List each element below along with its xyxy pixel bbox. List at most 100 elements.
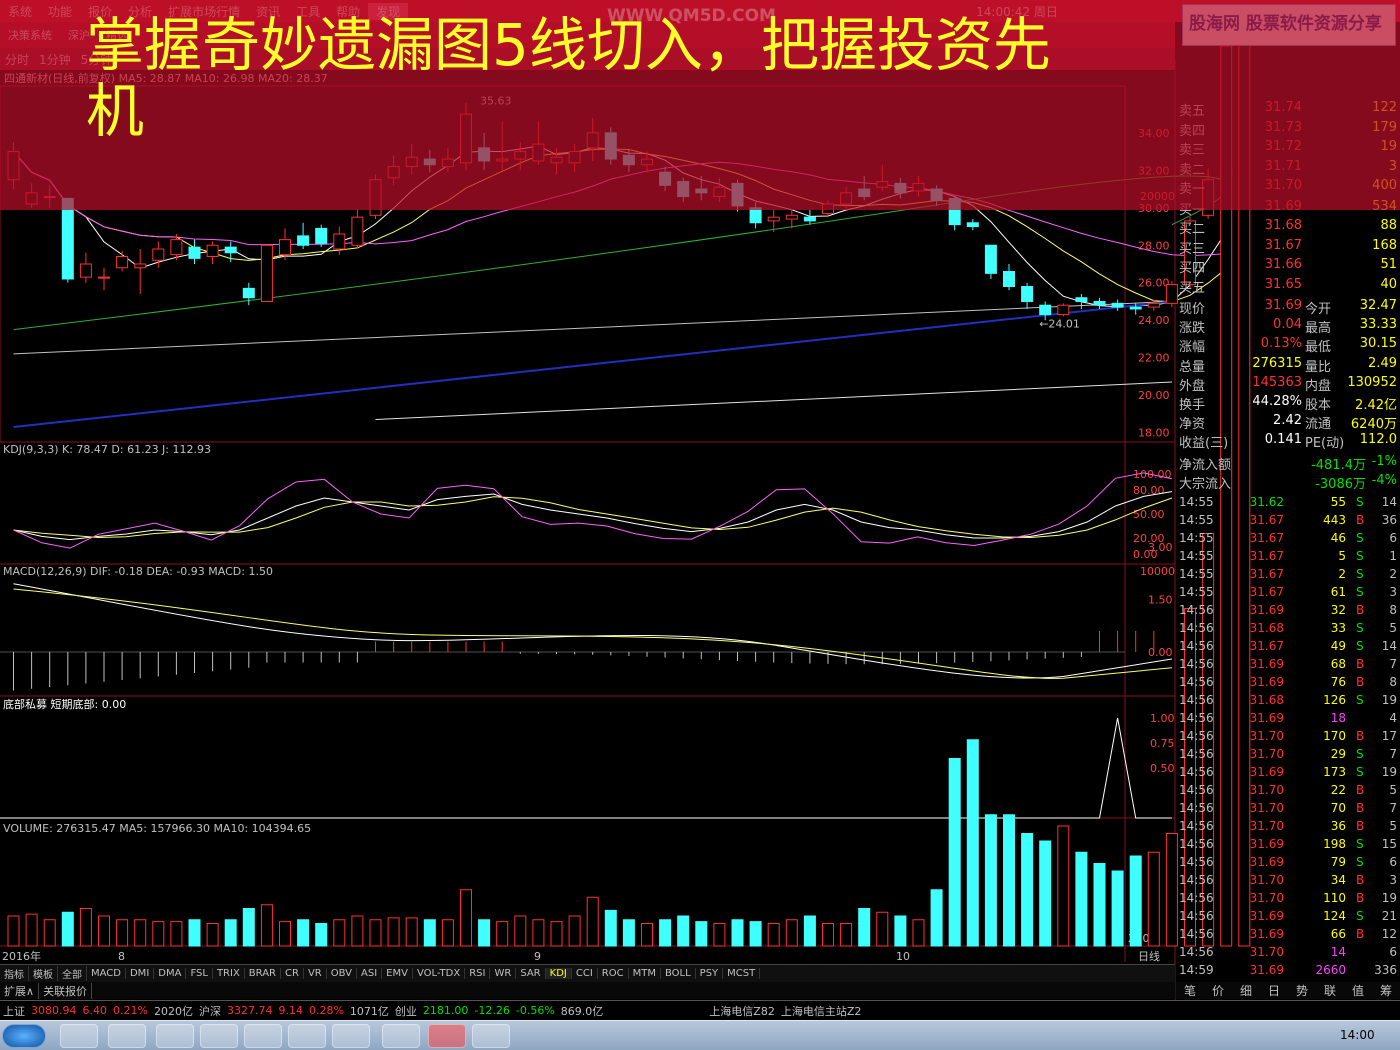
indicator-tab-dmi[interactable]: DMI bbox=[126, 968, 155, 979]
volume-bar[interactable] bbox=[25, 913, 38, 947]
volume-bar[interactable] bbox=[785, 919, 798, 947]
volume-bar[interactable] bbox=[496, 921, 509, 947]
candle[interactable] bbox=[61, 197, 74, 283]
volume-bar[interactable] bbox=[966, 739, 979, 947]
volume-bar[interactable] bbox=[242, 908, 255, 947]
volume-bar[interactable] bbox=[43, 919, 56, 947]
volume-bar[interactable] bbox=[749, 921, 762, 947]
server-2[interactable]: 上海电信主站Z2 bbox=[778, 1003, 865, 1019]
candle[interactable] bbox=[1003, 264, 1015, 291]
period-tab-2[interactable]: 5分钟 bbox=[76, 51, 118, 68]
candle[interactable] bbox=[188, 239, 201, 264]
right-tab-4[interactable]: 势 bbox=[1296, 982, 1308, 999]
volume-bar[interactable] bbox=[315, 923, 328, 947]
candle[interactable] bbox=[840, 187, 853, 208]
volume-bar[interactable] bbox=[803, 915, 816, 947]
candle[interactable] bbox=[405, 144, 418, 175]
ext-tab-1[interactable]: 关联报价 bbox=[39, 982, 93, 999]
volume-bar[interactable] bbox=[659, 919, 672, 947]
volume-bar[interactable] bbox=[641, 923, 653, 947]
volume-bar[interactable] bbox=[188, 919, 201, 947]
buy-level-3[interactable]: 买三 31.67 168 bbox=[1176, 238, 1400, 257]
volume-bar[interactable] bbox=[61, 911, 74, 947]
volume-bar[interactable] bbox=[1129, 855, 1142, 947]
volume-bar[interactable] bbox=[351, 915, 364, 947]
volume-bar[interactable] bbox=[297, 919, 310, 947]
candle[interactable] bbox=[206, 241, 219, 264]
candle[interactable] bbox=[532, 121, 545, 165]
volume-bar[interactable] bbox=[116, 919, 129, 947]
candle[interactable] bbox=[315, 224, 328, 248]
indicator-tab-boll[interactable]: BOLL bbox=[661, 968, 696, 979]
right-tab-1[interactable]: 价 bbox=[1212, 982, 1224, 999]
candle[interactable] bbox=[79, 252, 92, 283]
indicator-tab-emv[interactable]: EMV bbox=[382, 968, 413, 979]
volume-bar[interactable] bbox=[514, 915, 527, 947]
right-tab-3[interactable]: 日 bbox=[1268, 982, 1280, 999]
indicator-tab-模板[interactable]: 模板 bbox=[29, 966, 58, 981]
indicator-tab-vol-tdx[interactable]: VOL-TDX bbox=[413, 968, 466, 979]
candle[interactable] bbox=[260, 244, 273, 302]
volume-bar[interactable] bbox=[767, 923, 780, 947]
candle[interactable] bbox=[297, 222, 310, 250]
indicator-tab-mtm[interactable]: MTM bbox=[629, 968, 661, 979]
menu-item-0[interactable]: 系统 bbox=[0, 3, 40, 20]
right-tab-7[interactable]: 筹 bbox=[1380, 982, 1392, 999]
taskbar-app-6[interactable] bbox=[288, 1024, 326, 1048]
candle[interactable] bbox=[478, 132, 491, 171]
volume-bar[interactable] bbox=[568, 915, 581, 947]
candle[interactable] bbox=[369, 174, 382, 220]
candle[interactable] bbox=[1075, 293, 1088, 309]
cy-index-label[interactable]: 创业 bbox=[392, 1003, 420, 1019]
candle[interactable] bbox=[1021, 282, 1034, 309]
candle[interactable] bbox=[948, 196, 961, 231]
indicator-tab-wr[interactable]: WR bbox=[490, 968, 517, 979]
candle[interactable] bbox=[387, 155, 400, 186]
volume-bar[interactable] bbox=[152, 921, 165, 947]
volume-bar[interactable] bbox=[279, 921, 291, 947]
menu-item-5[interactable]: 资讯 bbox=[248, 3, 288, 20]
volume-bar[interactable] bbox=[134, 919, 147, 947]
volume-bar[interactable] bbox=[1093, 863, 1106, 947]
volume-bar[interactable] bbox=[98, 915, 110, 947]
candle[interactable] bbox=[659, 166, 672, 191]
taskbar-app-10[interactable] bbox=[472, 1024, 510, 1048]
candle[interactable] bbox=[134, 249, 147, 294]
taskbar-app-9[interactable] bbox=[428, 1024, 466, 1048]
volume-bar[interactable] bbox=[731, 919, 744, 947]
sell-level-1[interactable]: 卖一 31.70 400 bbox=[1176, 178, 1400, 197]
indicator-tab-trix[interactable]: TRIX bbox=[213, 968, 245, 979]
candle[interactable] bbox=[695, 175, 708, 201]
sell-level-5[interactable]: 卖五 31.74 122 bbox=[1176, 100, 1400, 119]
right-tab-5[interactable]: 联 bbox=[1324, 982, 1336, 999]
volume-bar[interactable] bbox=[206, 923, 219, 947]
start-button[interactable] bbox=[2, 1024, 46, 1048]
buy-level-1[interactable]: 买一 31.69 534 bbox=[1176, 199, 1400, 218]
volume-bar[interactable] bbox=[912, 919, 925, 947]
indicator-tab-roc[interactable]: ROC bbox=[598, 968, 629, 979]
volume-bar[interactable] bbox=[930, 889, 943, 947]
candle[interactable] bbox=[677, 177, 690, 203]
candle[interactable] bbox=[930, 185, 943, 206]
indicator-tab-obv[interactable]: OBV bbox=[327, 968, 357, 979]
indicator-tab-psy[interactable]: PSY bbox=[696, 968, 724, 979]
candle[interactable] bbox=[116, 250, 129, 272]
volume-bar[interactable] bbox=[1039, 840, 1052, 947]
indicator-tab-vr[interactable]: VR bbox=[304, 968, 327, 979]
candle[interactable] bbox=[351, 209, 364, 250]
indicator-tab-kdj[interactable]: KDJ bbox=[545, 968, 572, 979]
candle[interactable] bbox=[731, 179, 744, 212]
sell-level-3[interactable]: 卖三 31.72 19 bbox=[1176, 139, 1400, 158]
candle[interactable] bbox=[749, 202, 762, 229]
buy-level-4[interactable]: 买四 31.66 51 bbox=[1176, 257, 1400, 276]
volume-bar[interactable] bbox=[822, 923, 834, 947]
ext-tab-0[interactable]: 扩展∧ bbox=[0, 982, 40, 999]
volume-bar[interactable] bbox=[478, 919, 491, 947]
menu-item-7[interactable]: 帮助 bbox=[328, 3, 368, 20]
indicator-tab-brar[interactable]: BRAR bbox=[245, 968, 281, 979]
right-tab-2[interactable]: 细 bbox=[1240, 982, 1252, 999]
menu-item-1[interactable]: 功能 bbox=[40, 3, 80, 20]
candle[interactable] bbox=[7, 142, 20, 190]
sell-level-2[interactable]: 卖二 31.71 3 bbox=[1176, 159, 1400, 178]
volume-bar[interactable] bbox=[333, 919, 346, 947]
